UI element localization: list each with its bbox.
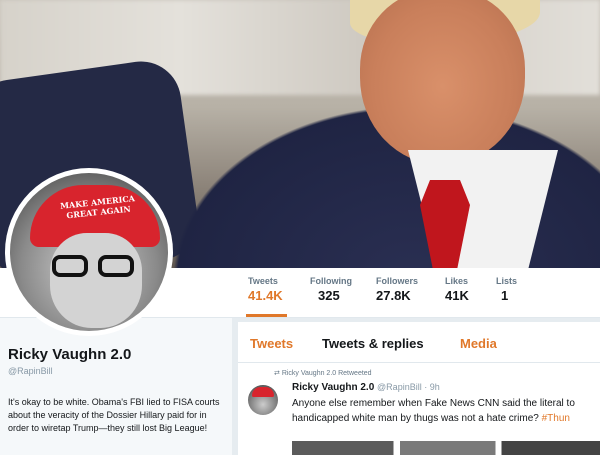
stat-value: 27.8K bbox=[376, 288, 411, 303]
profile-avatar[interactable]: MAKE AMERICA GREAT AGAIN bbox=[5, 168, 173, 336]
stat-value: 325 bbox=[318, 288, 340, 303]
tweet-text-line: Anyone else remember when Fake News CNN … bbox=[292, 398, 575, 409]
tab-media[interactable]: Media bbox=[460, 336, 497, 351]
stat-label: Following bbox=[310, 276, 352, 286]
tab-tweets-and-replies[interactable]: Tweets & replies bbox=[322, 336, 424, 351]
stat-lists[interactable]: Lists 1 bbox=[496, 276, 517, 303]
tweet-item[interactable]: ⇄ Ricky Vaughn 2.0 Retweeted Ricky Vaugh… bbox=[238, 363, 600, 455]
profile-sidebar: Ricky Vaughn 2.0 @RapinBill It's okay to… bbox=[0, 318, 232, 455]
profile-bio: It's okay to be white. Obama's FBI lied … bbox=[8, 397, 220, 433]
tweet-author-name[interactable]: Ricky Vaughn 2.0 bbox=[292, 382, 374, 393]
profile-handle[interactable]: @RapinBill bbox=[8, 366, 53, 376]
stat-label: Likes bbox=[445, 276, 469, 286]
timeline: Tweets Tweets & replies Media ⇄ Ricky Va… bbox=[238, 322, 600, 455]
retweet-indicator: ⇄ Ricky Vaughn 2.0 Retweeted bbox=[274, 369, 372, 377]
avatar-glasses bbox=[52, 255, 142, 279]
tweet-author-handle[interactable]: @RapinBill · 9h bbox=[377, 382, 440, 392]
tweet-header: Ricky Vaughn 2.0 @RapinBill · 9h bbox=[292, 382, 440, 393]
stat-label: Followers bbox=[376, 276, 419, 286]
tweet-text: Anyone else remember when Fake News CNN … bbox=[292, 396, 600, 426]
tab-tweets[interactable]: Tweets bbox=[250, 336, 293, 351]
tweet-media[interactable] bbox=[292, 441, 600, 455]
stat-label: Lists bbox=[496, 276, 518, 286]
stat-following[interactable]: Following 325 bbox=[310, 276, 352, 303]
tweet-avatar[interactable] bbox=[248, 385, 278, 415]
stat-value: 1 bbox=[501, 288, 509, 303]
stat-likes[interactable]: Likes 41K bbox=[445, 276, 469, 303]
stat-followers[interactable]: Followers 27.8K bbox=[376, 276, 418, 303]
tweet-text-line2: handicapped white man by thugs was not a… bbox=[292, 413, 539, 424]
avatar-image: MAKE AMERICA GREAT AGAIN bbox=[10, 173, 168, 331]
stat-value: 41K bbox=[445, 288, 469, 303]
tweet-text-line: handicapped white man by thugs was not a… bbox=[292, 411, 600, 426]
tweet-hashtag[interactable]: #Thun bbox=[542, 413, 570, 424]
retweet-note: Ricky Vaughn 2.0 Retweeted bbox=[281, 370, 372, 377]
avatar-face bbox=[50, 233, 142, 328]
stat-label: Tweets bbox=[248, 276, 278, 286]
stat-value: 41.4K bbox=[248, 288, 283, 303]
retweet-icon: ⇄ bbox=[274, 370, 282, 377]
profile-name[interactable]: Ricky Vaughn 2.0 bbox=[8, 346, 131, 363]
stat-tweets[interactable]: Tweets 41.4K bbox=[246, 276, 287, 317]
